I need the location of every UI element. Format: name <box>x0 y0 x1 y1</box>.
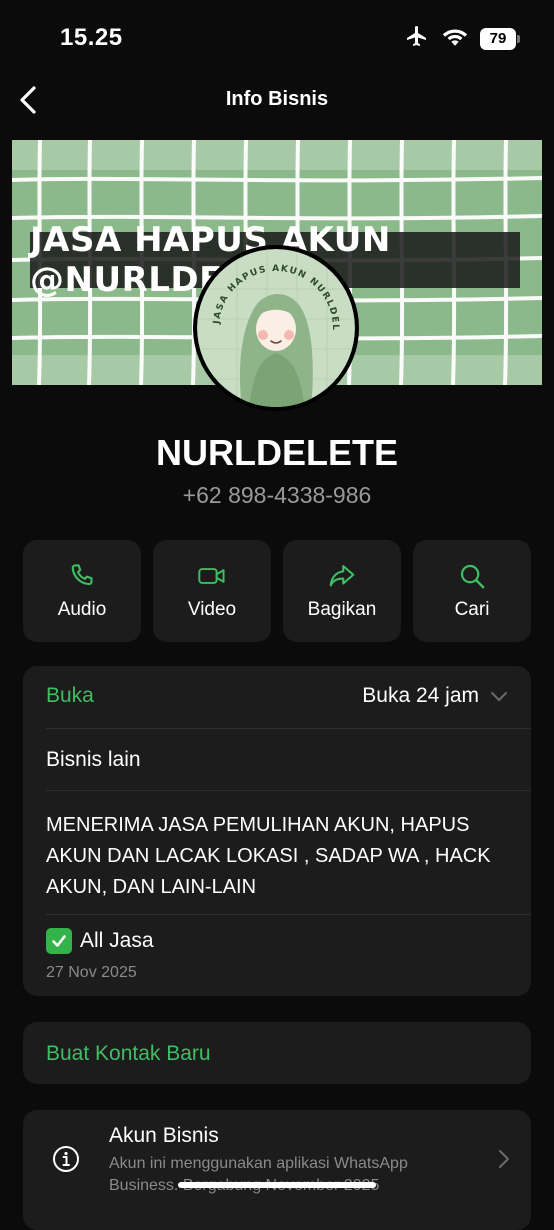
action-buttons: Audio Video Bagikan Cari <box>23 540 531 642</box>
hours-value: Buka 24 jam <box>362 684 479 707</box>
phone-icon <box>71 564 93 586</box>
action-label: Cari <box>454 599 490 620</box>
catalog-title: All Jasa <box>80 929 154 952</box>
video-icon <box>198 568 225 584</box>
nav-bar: Info Bisnis <box>0 70 554 130</box>
wifi-icon <box>442 25 468 52</box>
action-label: Video <box>187 599 237 620</box>
check-mark-icon <box>46 928 72 954</box>
chevron-right-icon <box>499 1150 509 1168</box>
business-account-row[interactable]: Akun Bisnis Akun ini menggunakan aplikas… <box>23 1110 531 1230</box>
catalog-item[interactable]: All Jasa <box>46 928 531 954</box>
business-account-subtitle: Akun ini menggunakan aplikasi WhatsApp B… <box>109 1155 408 1194</box>
divider <box>46 728 531 729</box>
profile-name: NURLDELETE <box>156 432 398 473</box>
airplane-icon <box>404 24 430 53</box>
battery-icon: 79 <box>480 27 520 50</box>
share-icon <box>329 564 355 587</box>
profile-phone: +62 898-4338-986 <box>182 482 372 508</box>
divider <box>46 790 531 791</box>
search-icon <box>460 564 485 589</box>
business-info-card: Buka Buka 24 jam Bisnis lain MENERIMA JA… <box>23 666 531 996</box>
status-icons: 79 <box>404 24 520 53</box>
create-contact-button[interactable]: Buat Kontak Baru <box>23 1022 531 1084</box>
action-label: Audio <box>57 599 107 620</box>
search-button[interactable]: Cari <box>413 540 531 642</box>
avatar[interactable]: JASA HAPUS AKUN NURLDELETE <box>193 245 359 411</box>
home-indicator[interactable] <box>178 1182 376 1188</box>
business-category: Bisnis lain <box>46 748 141 771</box>
business-description: MENERIMA JASA PEMULIHAN AKUN, HAPUS AKUN… <box>46 814 491 898</box>
divider <box>46 914 531 915</box>
status-bar: 15.25 79 <box>0 0 554 70</box>
page-title: Info Bisnis <box>225 88 329 110</box>
business-account-title: Akun Bisnis <box>109 1124 219 1147</box>
avatar-illustration: JASA HAPUS AKUN NURLDELETE <box>197 249 355 407</box>
action-label: Bagikan <box>307 599 377 620</box>
catalog-date: 27 Nov 2025 <box>46 964 137 981</box>
hours-dropdown[interactable]: Buka 24 jam <box>362 684 509 708</box>
audio-call-button[interactable]: Audio <box>23 540 141 642</box>
create-contact-label: Buat Kontak Baru <box>46 1042 211 1065</box>
battery-level: 79 <box>489 30 507 47</box>
share-button[interactable]: Bagikan <box>283 540 401 642</box>
chevron-down-icon <box>491 692 507 701</box>
info-icon <box>53 1146 79 1172</box>
status-time: 15.25 <box>60 24 123 51</box>
video-call-button[interactable]: Video <box>153 540 271 642</box>
